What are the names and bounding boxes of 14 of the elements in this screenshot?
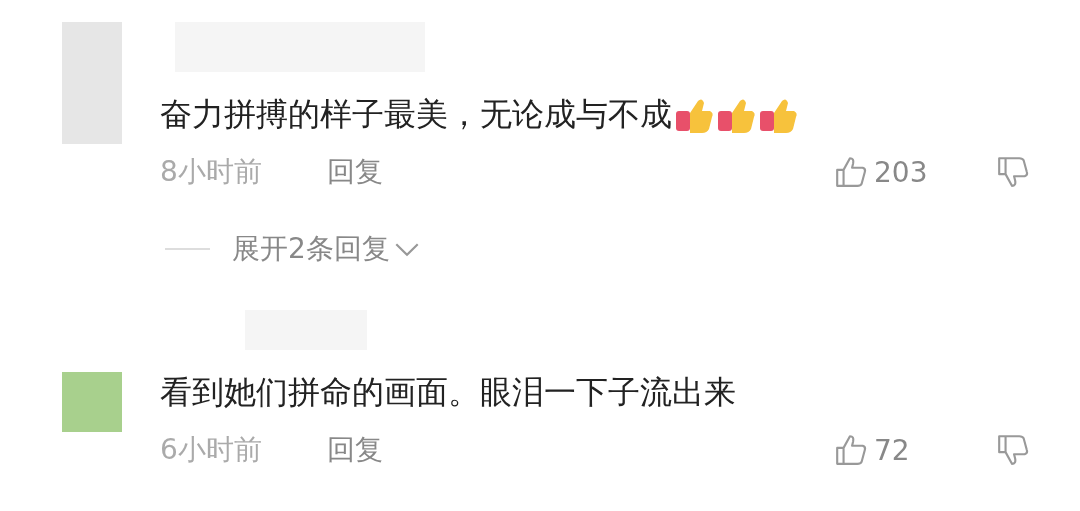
timestamp: 6小时前 [160,432,263,468]
thumbs-up-icon[interactable] [834,433,868,467]
reply-button[interactable]: 回复 [327,153,383,191]
comment-text: 看到她们拼命的画面。眼泪一下子流出来 [160,372,736,413]
chevron-down-icon[interactable] [393,241,420,257]
thumbs-down-icon[interactable] [996,155,1030,189]
thumbs-down-icon[interactable] [996,433,1030,467]
like-count: 203 [874,155,929,189]
reply-button[interactable]: 回复 [327,431,383,469]
timestamp: 8小时前 [160,154,263,190]
comment-text: 奋力拼搏的样子最美，无论成与不成 [160,94,672,135]
thumbs-up-icon[interactable] [834,155,868,189]
like-count: 72 [874,433,911,467]
expand-replies-link[interactable]: 展开2条回复 [232,230,390,268]
